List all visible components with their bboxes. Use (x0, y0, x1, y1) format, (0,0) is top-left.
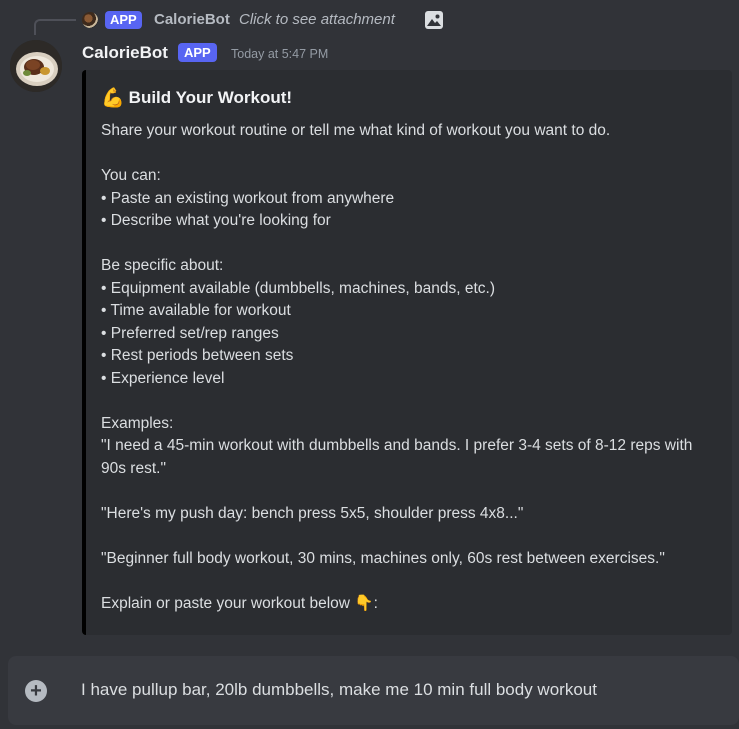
embed-line: You can: (101, 167, 161, 184)
reply-spine (34, 19, 76, 35)
author-name[interactable]: CalorieBot (82, 43, 168, 63)
embed-line: • Rest periods between sets (101, 347, 294, 364)
embed-line (101, 390, 718, 413)
plus-circle-icon[interactable]: + (25, 680, 47, 702)
embed-line: Examples: (101, 414, 174, 432)
embed-line: • Equipment available (dumbbells, machin… (101, 279, 495, 297)
embed-line (101, 143, 718, 166)
embed-line: "Here's my push day: bench press 5x5, sh… (101, 504, 524, 522)
embed-title: 💪 Build Your Workout! (101, 86, 292, 110)
embed: 💪 Build Your Workout! Share your workout… (82, 70, 732, 635)
embed-title-text: Build Your Workout! (128, 88, 293, 107)
embed-line: Be specific about: (101, 257, 224, 274)
embed-line: • Preferred set/rep ranges (101, 324, 279, 342)
avatar[interactable] (10, 40, 62, 92)
image-icon[interactable] (424, 10, 444, 30)
embed-line: • Describe what you're looking for (101, 212, 331, 229)
reply-text[interactable]: Click to see attachment (239, 11, 395, 29)
timestamp: Today at 5:47 PM (231, 47, 329, 61)
embed-line: Explain or paste your workout below 👇: (101, 594, 378, 612)
embed-description: Share your workout routine or tell me wh… (101, 120, 718, 615)
embed-line (101, 233, 718, 256)
reply-author-name[interactable]: CalorieBot (154, 11, 230, 29)
message-input-bar[interactable]: + I have pullup bar, 20lb dumbbells, mak… (8, 656, 739, 725)
app-badge: APP (178, 43, 217, 62)
embed-line (101, 570, 718, 593)
embed-line (101, 480, 718, 503)
food-plate-avatar-icon (10, 40, 62, 92)
reply-app-badge: APP (105, 11, 142, 29)
message-input[interactable]: I have pullup bar, 20lb dumbbells, make … (81, 680, 597, 700)
embed-line: Share your workout routine or tell me wh… (101, 122, 611, 139)
reply-avatar (82, 12, 98, 28)
embed-line: "I need a 45-min workout with dumbbells … (101, 437, 693, 477)
flexed-biceps-icon: 💪 (101, 88, 125, 109)
reply-reference[interactable]: APP CalorieBot Click to see attachment (0, 8, 460, 35)
embed-line: • Experience level (101, 369, 225, 387)
embed-line: "Beginner full body workout, 30 mins, ma… (101, 549, 665, 567)
chat-view: APP CalorieBot Click to see attachment C… (0, 0, 739, 729)
embed-line: • Time available for workout (101, 302, 291, 319)
embed-line: • Paste an existing workout from anywher… (101, 189, 395, 207)
embed-line (101, 525, 718, 548)
